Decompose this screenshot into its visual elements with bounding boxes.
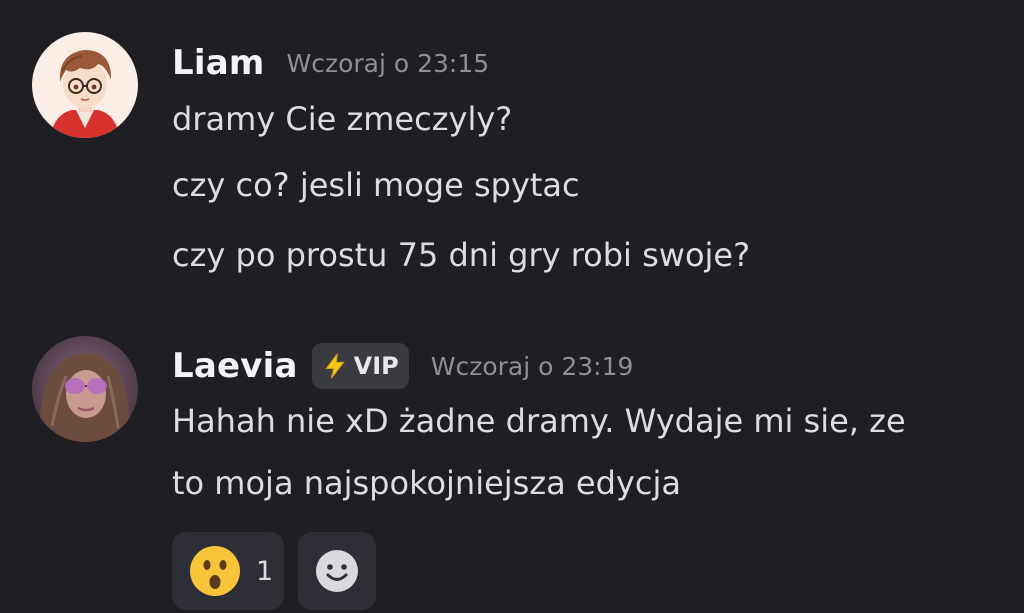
- avatar-liam[interactable]: [32, 32, 138, 138]
- lightning-icon: [324, 353, 345, 379]
- message-line: dramy Cie zmeczyly?: [172, 100, 513, 138]
- message-line: to moja najspokojniejsza edycja: [172, 464, 681, 502]
- message-group-liam: Liam Wczoraj o 23:15 dramy Cie zmeczyly?…: [0, 0, 1024, 300]
- badge-label: VIP: [353, 352, 399, 380]
- timestamp: Wczoraj o 23:15: [286, 48, 490, 78]
- message-line: czy co? jesli moge spytac: [172, 166, 580, 204]
- vip-badge[interactable]: VIP: [311, 343, 409, 389]
- message-line: czy po prostu 75 dni gry robi swoje?: [172, 236, 751, 274]
- username[interactable]: Laevia: [172, 346, 298, 386]
- message-line: Hahah nie xD żadne dramy. Wydaje mi sie,…: [172, 402, 906, 440]
- photo-avatar-icon: [32, 336, 138, 442]
- timestamp: Wczoraj o 23:19: [430, 351, 634, 381]
- reaction-count: 1: [256, 555, 274, 587]
- reaction-surprised[interactable]: 1: [172, 532, 284, 610]
- message-group-laevia: Laevia VIP Wczoraj o 23:19 Hahah nie xD …: [0, 300, 1024, 613]
- username[interactable]: Liam: [172, 43, 265, 83]
- avatar-laevia[interactable]: [32, 336, 138, 442]
- surprised-face-emoji-icon: [190, 546, 240, 596]
- smiley-face-icon: [316, 550, 358, 592]
- anime-boy-avatar-icon: [32, 32, 138, 138]
- add-reaction-button[interactable]: [298, 532, 376, 610]
